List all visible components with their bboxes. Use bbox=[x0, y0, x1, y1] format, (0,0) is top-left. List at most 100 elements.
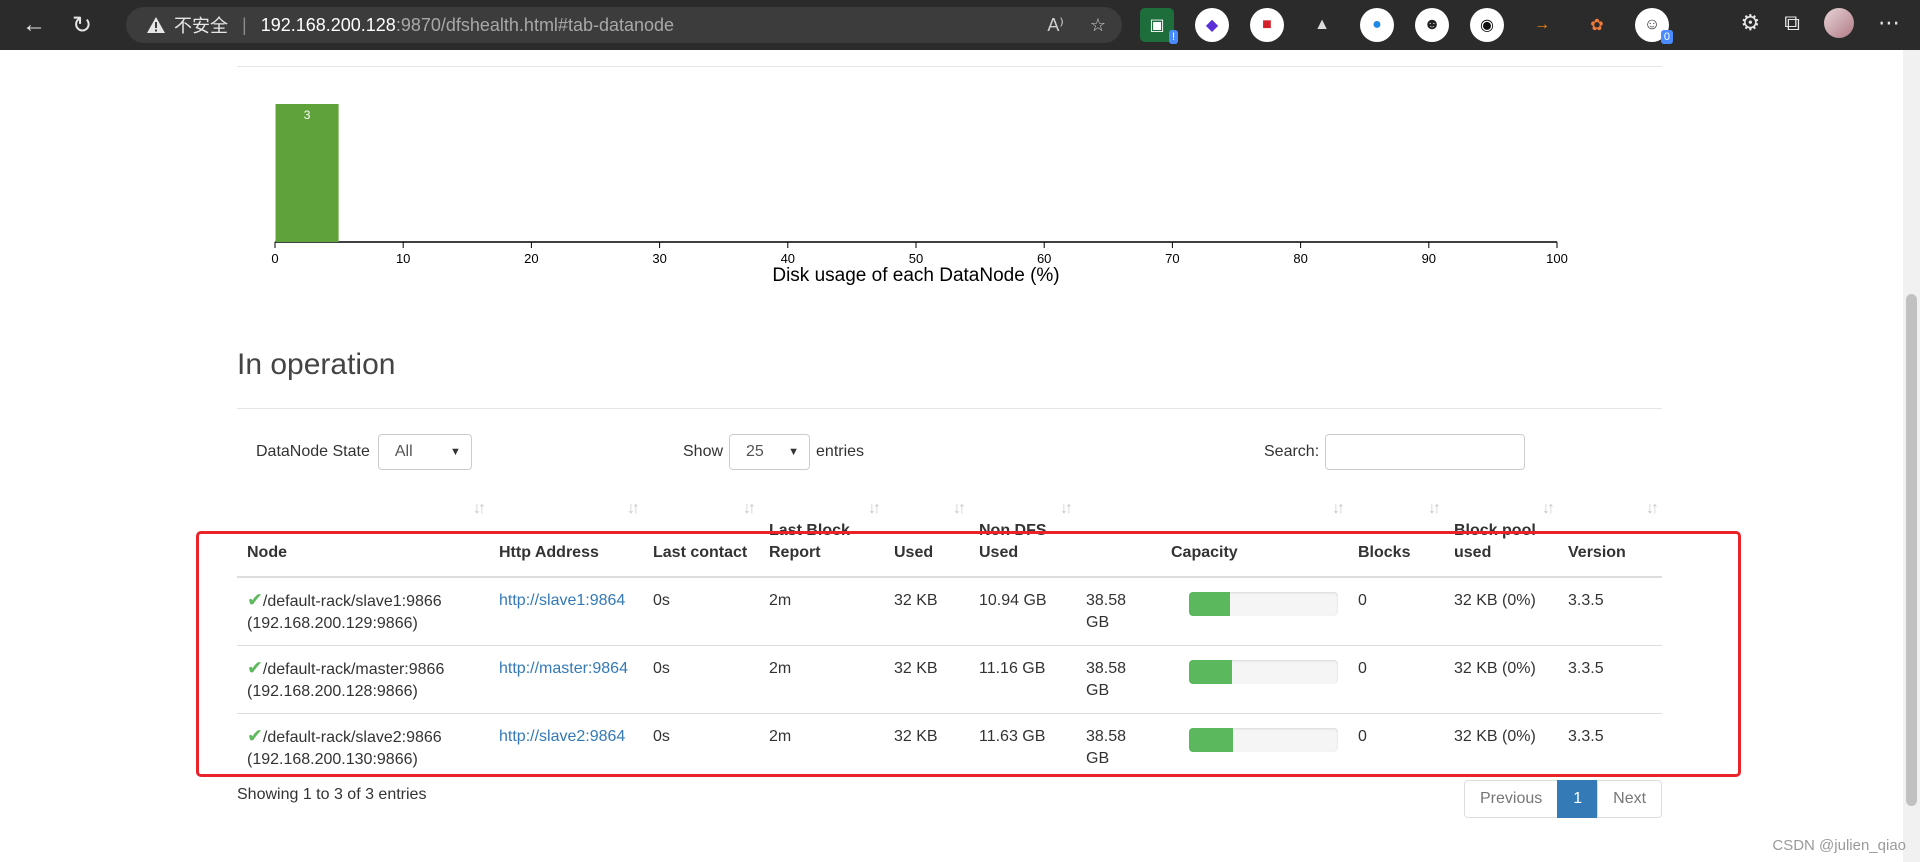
back-arrow-icon[interactable]: ← bbox=[14, 5, 54, 45]
capacity-progress-fill bbox=[1188, 728, 1234, 752]
insecure-label: 不安全 bbox=[174, 16, 228, 36]
column-header-used[interactable]: Used ↓↑ bbox=[884, 498, 969, 578]
used-cell: 32 KB bbox=[894, 592, 938, 609]
capacity-cell: 38.58 GB bbox=[1076, 645, 1348, 714]
search-label: Search: bbox=[1264, 443, 1320, 460]
address-separator: | bbox=[242, 14, 247, 35]
section-title: In operation bbox=[237, 348, 396, 381]
histogram-bar bbox=[275, 104, 339, 242]
x-tick-label: 50 bbox=[909, 251, 923, 266]
non-dfs-used-cell: 11.16 GB bbox=[969, 645, 1076, 714]
capacity-progress-fill bbox=[1188, 592, 1231, 616]
column-header-capacity[interactable]: Capacity ↓↑ bbox=[1076, 498, 1348, 578]
last-block-report-cell: 2m bbox=[759, 645, 884, 714]
search-input[interactable] bbox=[1325, 434, 1526, 470]
sort-icon: ↓↑ bbox=[1542, 500, 1555, 517]
sort-icon: ↓↑ bbox=[1060, 500, 1073, 517]
sort-icon: ↓↑ bbox=[627, 500, 640, 517]
last-contact-cell: 0s bbox=[643, 645, 759, 714]
more-menu-icon[interactable]: ⋯ bbox=[1878, 10, 1900, 36]
extension-pin-icon[interactable]: ● bbox=[1360, 8, 1394, 42]
page-1-button[interactable]: 1 bbox=[1557, 780, 1599, 818]
node-cell: ✔/default-rack/slave1:9866 (192.168.200.1… bbox=[247, 590, 442, 632]
x-tick-label: 20 bbox=[524, 251, 538, 266]
capacity-progress-fill bbox=[1188, 660, 1232, 684]
scrollbar-thumb[interactable] bbox=[1906, 294, 1917, 806]
profile-avatar[interactable] bbox=[1824, 8, 1854, 38]
divider bbox=[237, 66, 1662, 67]
favorite-star-icon[interactable]: ☆ bbox=[1090, 15, 1106, 36]
url-path: :9870/dfshealth.html#tab-datanode bbox=[395, 14, 675, 35]
sort-icon: ↓↑ bbox=[953, 500, 966, 517]
divider bbox=[237, 408, 1662, 409]
extension-flower-icon[interactable]: ✿ bbox=[1580, 8, 1614, 42]
chevron-down-icon: ▼ bbox=[449, 446, 461, 458]
sort-icon: ↓↑ bbox=[743, 500, 756, 517]
extension-hat-icon[interactable]: ▲ bbox=[1305, 8, 1339, 42]
http-address-cell: http://slave1:9864 bbox=[489, 577, 643, 646]
reload-icon[interactable]: ↻ bbox=[62, 5, 102, 45]
extension-red-icon[interactable]: ■ bbox=[1250, 8, 1284, 42]
extension-diamond-icon[interactable]: ◆ bbox=[1195, 8, 1229, 42]
extension-robot-icon[interactable]: ☺ 0 bbox=[1635, 8, 1673, 44]
check-icon: ✔ bbox=[247, 726, 263, 747]
column-header-last-block-report[interactable]: Last Block Report ↓↑ bbox=[759, 498, 884, 578]
column-header-blocks[interactable]: Blocks ↓↑ bbox=[1348, 498, 1444, 578]
watermark: CSDN @julien_qiao bbox=[1772, 837, 1906, 854]
warning-icon bbox=[147, 17, 165, 33]
datanode-state-filter: DataNode State All ▼ bbox=[256, 434, 472, 470]
table-row: ✔/default-rack/slave1:9866 (192.168.200.1… bbox=[237, 577, 1662, 646]
x-tick-label: 90 bbox=[1422, 251, 1436, 266]
previous-page-button[interactable]: Previous bbox=[1464, 780, 1559, 818]
next-page-button[interactable]: Next bbox=[1597, 780, 1663, 818]
column-header-version[interactable]: Version ↓↑ bbox=[1558, 498, 1662, 578]
version-cell: 3.3.5 bbox=[1558, 713, 1662, 781]
version-cell: 3.3.5 bbox=[1568, 592, 1604, 609]
address-bar[interactable]: 不安全 | 192.168.200.128:9870/dfshealth.htm… bbox=[126, 7, 1122, 43]
capacity-value: 38.58 GB bbox=[1086, 660, 1127, 699]
column-header-block-pool-used[interactable]: Block pool used ↓↑ bbox=[1444, 498, 1558, 578]
extension-amazon-icon[interactable]: → bbox=[1525, 8, 1559, 42]
capacity-progress-bar bbox=[1188, 728, 1338, 752]
table-row: ✔/default-rack/master:9866 (192.168.200.1… bbox=[237, 645, 1662, 714]
x-axis-label: Disk usage of each DataNode (%) bbox=[772, 265, 1059, 286]
page-length-select[interactable]: 25 ▼ bbox=[729, 434, 811, 470]
state-select[interactable]: All ▼ bbox=[377, 434, 472, 470]
blocks-cell: 0 bbox=[1348, 713, 1444, 781]
extensions-puzzle-icon[interactable]: ⚙ bbox=[1741, 10, 1761, 36]
collections-icon[interactable]: ⧉ bbox=[1784, 10, 1800, 36]
last-block-report-cell: 2m bbox=[759, 713, 884, 781]
http-address-cell: http://master:9864 bbox=[489, 645, 643, 714]
capacity-cell: 38.58 GB bbox=[1076, 713, 1348, 781]
x-tick-label: 70 bbox=[1165, 251, 1179, 266]
capacity-value: 38.58 GB bbox=[1086, 592, 1127, 631]
column-header-non-dfs-used[interactable]: Non DFS Used ↓↑ bbox=[969, 498, 1076, 578]
page-length-control: Show 25 ▼ entries bbox=[683, 434, 864, 470]
node-cell: ✔/default-rack/slave2:9866 (192.168.200.1… bbox=[237, 713, 489, 781]
block-pool-used-cell: 32 KB (0%) bbox=[1444, 645, 1558, 714]
http-address-link[interactable]: http://master:9864 bbox=[499, 660, 628, 677]
x-tick-label: 0 bbox=[271, 251, 278, 266]
http-address-link[interactable]: http://slave2:9864 bbox=[499, 728, 625, 745]
read-aloud-icon[interactable]: A⁾ bbox=[1047, 15, 1063, 36]
column-header-node[interactable]: Node ↓↑ bbox=[237, 498, 489, 578]
sort-icon: ↓↑ bbox=[1428, 500, 1441, 517]
x-tick-label: 80 bbox=[1293, 251, 1307, 266]
extension-glasses-icon[interactable]: ◉ bbox=[1470, 8, 1504, 42]
datanode-table: Node ↓↑ Http Address ↓↑ Last contact ↓↑ Las… bbox=[237, 498, 1662, 781]
vertical-scrollbar[interactable] bbox=[1903, 50, 1920, 862]
sort-icon: ↓↑ bbox=[1646, 500, 1659, 517]
http-address-cell: http://slave2:9864 bbox=[489, 713, 643, 781]
column-header-last-contact[interactable]: Last contact ↓↑ bbox=[643, 498, 759, 578]
http-address-link[interactable]: http://slave1:9864 bbox=[499, 592, 625, 609]
check-icon: ✔ bbox=[247, 658, 263, 679]
column-header-http-address[interactable]: Http Address ↓↑ bbox=[489, 498, 643, 578]
extension-screen-icon[interactable]: ▣! bbox=[1140, 8, 1178, 44]
sort-icon: ↓↑ bbox=[868, 500, 881, 517]
used-cell: 32 KB bbox=[884, 645, 969, 714]
block-pool-used-cell: 32 KB (0%) bbox=[1444, 713, 1558, 781]
extension-person-icon[interactable]: ☻ bbox=[1415, 8, 1449, 42]
extension-badge: ! bbox=[1168, 30, 1178, 44]
capacity-cell: 38.58 GB bbox=[1076, 577, 1348, 646]
state-filter-label: DataNode State bbox=[256, 443, 370, 460]
